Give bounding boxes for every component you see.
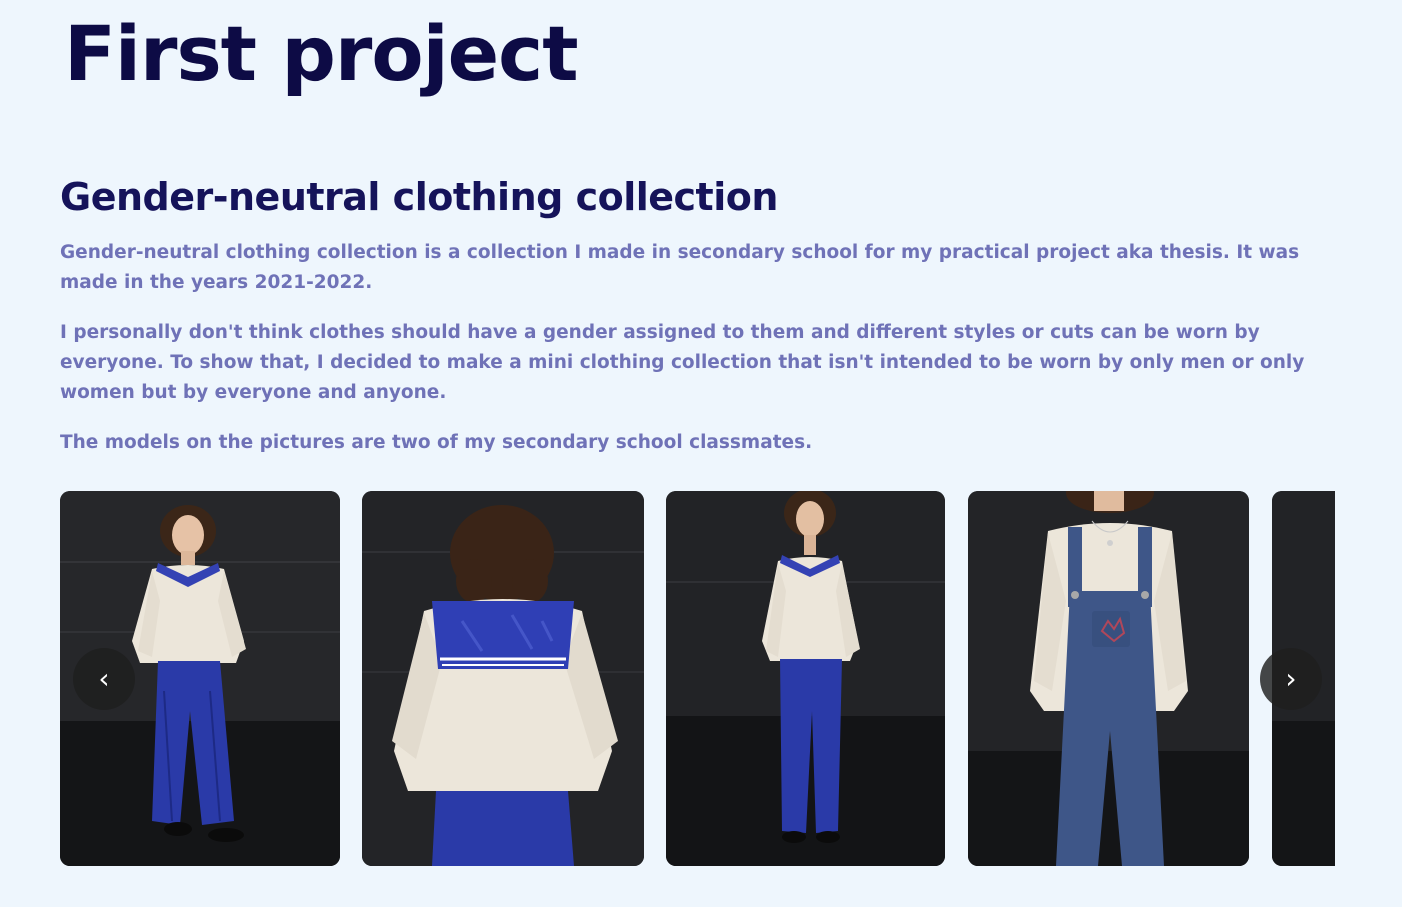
chevron-left-icon: ‹ <box>98 662 110 695</box>
project-description-3: The models on the pictures are two of my… <box>60 432 813 453</box>
carousel-slide[interactable] <box>968 491 1249 866</box>
project-description-1: Gender-neutral clothing collection is a … <box>60 242 1300 293</box>
page: First project Gender-neutral clothing co… <box>0 0 1402 907</box>
photo-model-front-2 <box>666 491 945 866</box>
carousel-next-button[interactable]: › <box>1260 648 1322 710</box>
carousel-slide[interactable] <box>666 491 945 866</box>
photo-model-back <box>362 491 644 866</box>
project-section: Gender-neutral clothing collection Gende… <box>60 172 1345 478</box>
page-title: First project <box>64 9 579 98</box>
carousel-prev-button[interactable]: ‹ <box>73 648 135 710</box>
chevron-right-icon: › <box>1285 662 1297 695</box>
photo-carousel[interactable] <box>60 491 1335 866</box>
carousel-slide[interactable] <box>362 491 644 866</box>
project-description-2: I personally don't think clothes should … <box>60 322 1305 403</box>
photo-model-overalls <box>968 491 1249 866</box>
project-heading: Gender-neutral clothing collection <box>60 175 778 219</box>
